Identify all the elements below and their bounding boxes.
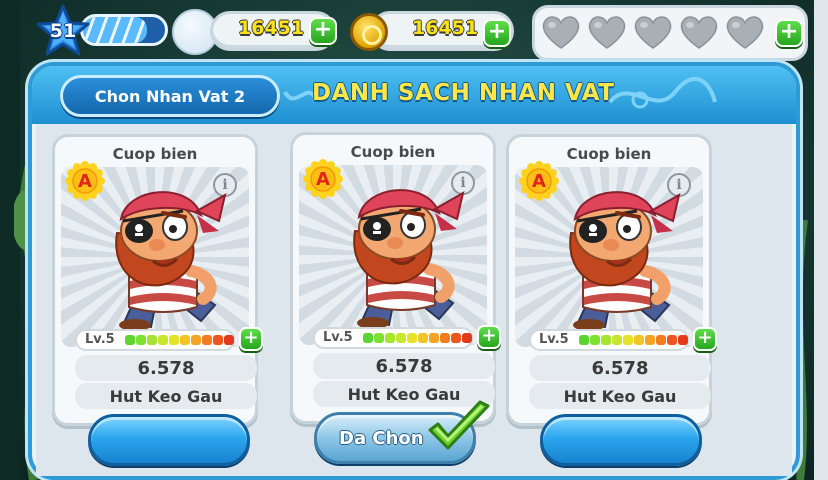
level-segment [180, 335, 190, 345]
character-card[interactable]: Cuop bien A i Lv.5 + 6.578 Hut Keo Gau [52, 134, 263, 426]
level-segment [678, 335, 688, 345]
coin-icon [350, 13, 388, 51]
pirate-character-image [353, 189, 465, 329]
level-segment [363, 333, 373, 343]
selected-button-label: Da Chon [339, 427, 424, 449]
header-swirl-decoration [608, 77, 717, 109]
character-skill: Hut Keo Gau [529, 383, 711, 409]
level-segment [451, 333, 461, 343]
level-label: Lv.5 [539, 332, 569, 347]
select-character-button[interactable] [88, 414, 250, 466]
character-stat: 6.578 [313, 353, 495, 379]
level-segment [612, 335, 622, 345]
level-segment [374, 333, 384, 343]
level-segment [158, 335, 168, 345]
heart-icon [680, 16, 718, 49]
level-segment [429, 333, 439, 343]
level-segment [579, 335, 589, 345]
level-segment [645, 335, 655, 345]
level-label: Lv.5 [85, 332, 115, 347]
level-segment [136, 335, 146, 345]
level-segment [202, 335, 212, 345]
level-segment [623, 335, 633, 345]
upgrade-level-button[interactable]: + [477, 325, 501, 349]
level-segment [213, 335, 223, 345]
level-segment [125, 335, 135, 345]
level-segment [462, 333, 472, 343]
pirate-character-image [569, 191, 681, 331]
gems-value: 16451 [238, 17, 305, 39]
player-level: 51 [49, 20, 77, 42]
add-coins-button[interactable]: + [483, 19, 511, 47]
level-segment [191, 335, 201, 345]
xp-progress-fill [83, 17, 147, 43]
level-bar: Lv.5 [313, 327, 473, 349]
level-segment [656, 335, 666, 345]
level-segment [667, 335, 677, 345]
pirate-character-image [115, 191, 227, 331]
upgrade-level-button[interactable]: + [693, 327, 717, 351]
coins-value: 16451 [412, 17, 479, 39]
character-stat: 6.578 [529, 355, 711, 381]
level-bar: Lv.5 [529, 329, 689, 351]
level-label: Lv.5 [323, 330, 353, 345]
background-edge-right [814, 0, 828, 480]
level-segment [169, 335, 179, 345]
upgrade-level-button[interactable]: + [239, 327, 263, 351]
level-segment [590, 335, 600, 345]
character-skill: Hut Keo Gau [75, 383, 257, 409]
heart-icon [634, 16, 672, 49]
level-segment [224, 335, 234, 345]
level-segment [418, 333, 428, 343]
level-segment [396, 333, 406, 343]
level-segment [634, 335, 644, 345]
panel-title: DANH SACH NHAN VAT [312, 80, 615, 106]
level-segment [601, 335, 611, 345]
level-segment [407, 333, 417, 343]
character-card[interactable]: Cuop bien A i Lv.5 + 6.578 Hut Keo Gau [290, 132, 501, 424]
checkmark-icon [428, 400, 490, 450]
heart-icon [588, 16, 626, 49]
heart-icon [726, 16, 764, 49]
character-card[interactable]: Cuop bien A i Lv.5 + 6.578 Hut Keo Gau [506, 134, 717, 426]
character-stat: 6.578 [75, 355, 257, 381]
level-segment [385, 333, 395, 343]
level-bar: Lv.5 [75, 329, 235, 351]
add-gems-button[interactable]: + [309, 17, 337, 45]
select-character-2-button[interactable]: Chon Nhan Vat 2 [60, 75, 280, 117]
heart-icon [542, 16, 580, 49]
add-hearts-button[interactable]: + [775, 19, 803, 47]
xp-progress-bar [80, 14, 168, 46]
level-segment [147, 335, 157, 345]
select-character-button[interactable] [540, 414, 702, 466]
level-segment [440, 333, 450, 343]
